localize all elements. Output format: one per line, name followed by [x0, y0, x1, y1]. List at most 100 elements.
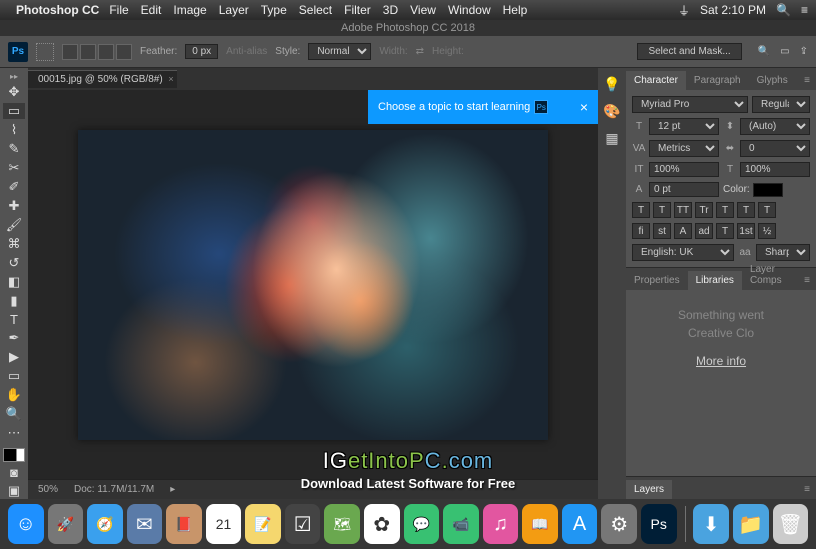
text-style-btn-3[interactable]: Tr: [695, 202, 713, 218]
menu-type[interactable]: Type: [261, 3, 287, 17]
rectangle-tool[interactable]: ▭: [3, 368, 25, 384]
dock-trash[interactable]: 🗑: [773, 504, 809, 544]
dock-maps[interactable]: 🗺: [324, 504, 360, 544]
sel-subtract[interactable]: [98, 44, 114, 60]
edit-toolbar[interactable]: ⋯: [3, 425, 25, 441]
select-and-mask-button[interactable]: Select and Mask...: [637, 43, 741, 60]
healing-tool[interactable]: ✚: [3, 198, 25, 214]
color-panel-icon[interactable]: 🎨: [603, 103, 620, 120]
baseline-field[interactable]: 0 pt: [649, 182, 719, 197]
menu-edit[interactable]: Edit: [141, 3, 162, 17]
wifi-icon[interactable]: ⏚: [678, 2, 690, 19]
quick-select-tool[interactable]: ✎: [3, 141, 25, 157]
eyedropper-tool[interactable]: ✐: [3, 179, 25, 195]
gradient-tool[interactable]: ▮: [3, 293, 25, 309]
tab-layer-comps[interactable]: Layer Comps: [742, 260, 798, 290]
text-style-btn-5[interactable]: T: [737, 202, 755, 218]
tab-libraries[interactable]: Libraries: [688, 271, 742, 290]
learn-tooltip-close[interactable]: ×: [580, 99, 588, 115]
opentype-btn-3[interactable]: ad: [695, 223, 713, 239]
tracking-select[interactable]: 0: [740, 140, 810, 157]
text-style-btn-0[interactable]: T: [632, 202, 650, 218]
screen-mode[interactable]: ▣: [3, 483, 25, 499]
panel-menu-icon[interactable]: ≡: [798, 271, 816, 290]
more-info-link[interactable]: More info: [696, 352, 746, 370]
leading-select[interactable]: (Auto): [740, 118, 810, 135]
marquee-tool[interactable]: ▭: [3, 103, 25, 119]
dock-calendar[interactable]: 21: [206, 504, 242, 544]
workspace-icon[interactable]: ▭: [780, 46, 789, 57]
vscale-field[interactable]: 100%: [649, 162, 719, 177]
current-tool-icon[interactable]: [36, 43, 54, 61]
opentype-btn-0[interactable]: fi: [632, 223, 650, 239]
font-weight-select[interactable]: Regular: [752, 96, 810, 113]
dock-folder[interactable]: 📁: [733, 504, 769, 544]
status-arrow-icon[interactable]: ▸: [170, 484, 175, 495]
brush-tool[interactable]: 🖌: [3, 217, 25, 233]
menu-select[interactable]: Select: [299, 3, 332, 17]
move-tool[interactable]: ✥: [3, 84, 25, 100]
dock-reminders[interactable]: ☑: [285, 504, 321, 544]
dock-ibooks[interactable]: 📖: [522, 504, 558, 544]
tab-glyphs[interactable]: Glyphs: [749, 71, 796, 90]
tab-paragraph[interactable]: Paragraph: [686, 71, 749, 90]
dock-photos[interactable]: ✿: [364, 504, 400, 544]
text-color-swatch[interactable]: [753, 183, 783, 197]
hand-tool[interactable]: ✋: [3, 387, 25, 403]
language-select[interactable]: English: UK: [632, 244, 734, 261]
opentype-btn-1[interactable]: st: [653, 223, 671, 239]
share-icon[interactable]: ⇪: [800, 46, 808, 57]
style-select[interactable]: Normal: [308, 43, 371, 60]
opentype-btn-2[interactable]: A: [674, 223, 692, 239]
type-tool[interactable]: T: [3, 312, 25, 327]
kerning-select[interactable]: Metrics: [649, 140, 719, 157]
menu-help[interactable]: Help: [503, 3, 528, 17]
app-name[interactable]: Photoshop CC: [16, 3, 99, 17]
spotlight-icon[interactable]: 🔍: [776, 3, 791, 17]
text-style-btn-2[interactable]: TT: [674, 202, 692, 218]
lasso-tool[interactable]: ⌇: [3, 122, 25, 138]
menu-image[interactable]: Image: [173, 3, 206, 17]
menu-window[interactable]: Window: [448, 3, 491, 17]
panel-menu-icon[interactable]: ≡: [798, 480, 816, 499]
text-style-btn-6[interactable]: T: [758, 202, 776, 218]
dock-downloads[interactable]: ⬇: [693, 504, 729, 544]
zoom-tool[interactable]: 🔍: [3, 406, 25, 422]
dock-preferences[interactable]: ⚙: [601, 504, 637, 544]
dock-appstore[interactable]: A: [562, 504, 598, 544]
crop-tool[interactable]: ✂: [3, 160, 25, 176]
swatches-panel-icon[interactable]: ▦: [605, 130, 618, 147]
dock-messages[interactable]: 💬: [404, 504, 440, 544]
search-icon[interactable]: 🔍: [758, 46, 770, 57]
dock-safari[interactable]: 🧭: [87, 504, 123, 544]
stamp-tool[interactable]: ⌘: [3, 236, 25, 252]
zoom-level[interactable]: 50%: [38, 484, 58, 495]
menu-filter[interactable]: Filter: [344, 3, 371, 17]
dock-photoshop[interactable]: Ps: [641, 504, 677, 544]
menu-file[interactable]: File: [109, 3, 128, 17]
dock-finder[interactable]: ☺: [8, 504, 44, 544]
menu-layer[interactable]: Layer: [219, 3, 249, 17]
dock-mail[interactable]: ✉: [127, 504, 163, 544]
pen-tool[interactable]: ✒: [3, 330, 25, 346]
path-select-tool[interactable]: ▶: [3, 349, 25, 365]
menu-view[interactable]: View: [410, 3, 436, 17]
quick-mask[interactable]: ◙: [3, 465, 25, 480]
opentype-btn-5[interactable]: 1st: [737, 223, 755, 239]
tab-layers[interactable]: Layers: [626, 480, 672, 499]
document-tab[interactable]: 00015.jpg @ 50% (RGB/8#) ×: [28, 70, 177, 88]
panel-menu-icon[interactable]: ≡: [798, 71, 816, 90]
doc-size[interactable]: Doc: 11.7M/11.7M: [74, 484, 154, 495]
notification-center-icon[interactable]: ≡: [801, 3, 808, 17]
dock-launchpad[interactable]: 🚀: [48, 504, 84, 544]
eraser-tool[interactable]: ◧: [3, 274, 25, 290]
feather-value[interactable]: 0 px: [185, 44, 218, 59]
learn-panel-icon[interactable]: 💡: [603, 76, 620, 93]
text-style-btn-4[interactable]: T: [716, 202, 734, 218]
hscale-field[interactable]: 100%: [740, 162, 810, 177]
text-style-btn-1[interactable]: T: [653, 202, 671, 218]
sel-intersect[interactable]: [116, 44, 132, 60]
menu-3d[interactable]: 3D: [383, 3, 398, 17]
dock-notes[interactable]: 📝: [245, 504, 281, 544]
clock[interactable]: Sat 2:10 PM: [700, 3, 766, 17]
